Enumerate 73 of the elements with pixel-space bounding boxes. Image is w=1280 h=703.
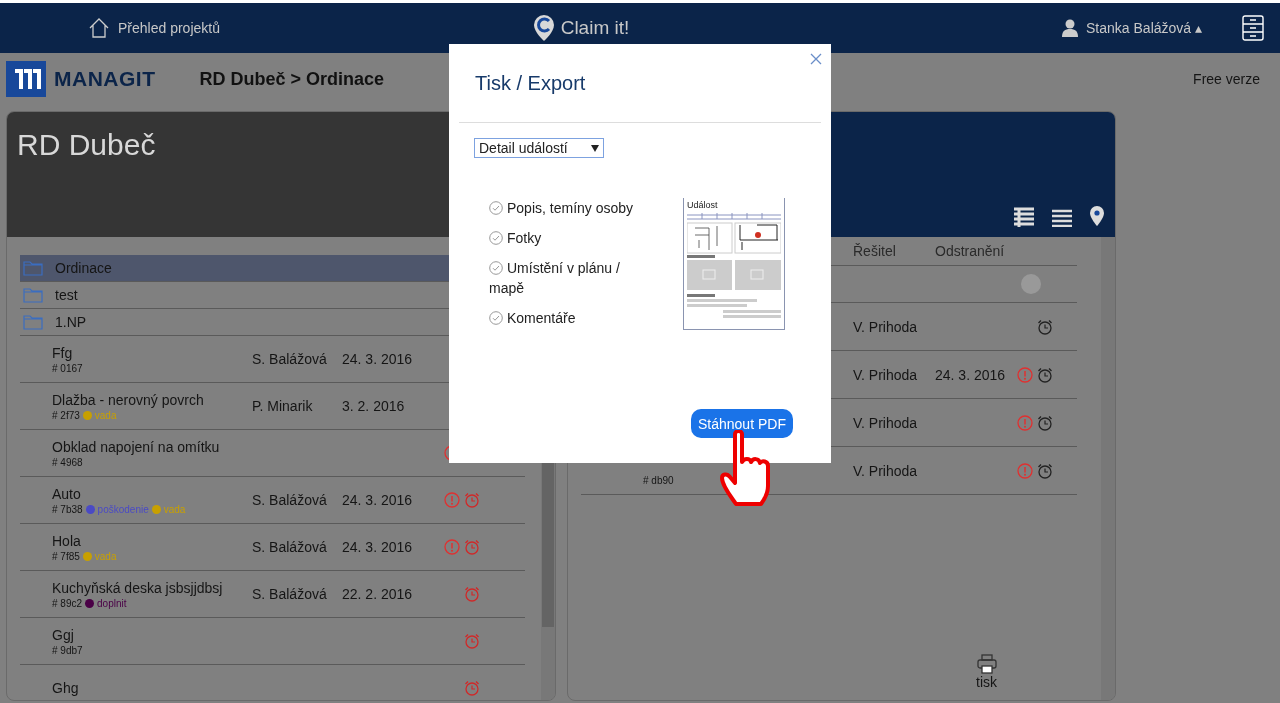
- print-button[interactable]: tisk: [976, 654, 997, 690]
- export-option[interactable]: Fotky: [489, 228, 649, 248]
- person-cell-text: S. Balážová: [252, 586, 328, 602]
- event-name[interactable]: Dlažba - nerovný povrch: [52, 391, 252, 408]
- check-circle-icon[interactable]: [489, 231, 503, 245]
- date-cell-text: 24. 3. 2016: [342, 539, 414, 555]
- export-option[interactable]: Popis, temíny osoby: [489, 198, 649, 218]
- export-type-select[interactable]: Detail událostí: [474, 138, 604, 158]
- app-name: Claim it!: [560, 17, 630, 39]
- event-code: # db90: [642, 474, 675, 486]
- folder-name: test: [55, 287, 78, 303]
- preview-title: Událost: [687, 200, 719, 210]
- event-code: # 7f85: [52, 550, 80, 562]
- folder-icon: [23, 260, 43, 276]
- date-cell-text: 22. 2. 2016: [342, 586, 414, 602]
- event-name[interactable]: Hola: [52, 532, 252, 549]
- date-cell-text: 3. 2. 2016: [342, 398, 406, 414]
- close-icon[interactable]: [809, 52, 823, 66]
- event-name[interactable]: Ggj: [52, 626, 252, 643]
- user-menu[interactable]: Stanka Balážová ▴: [1086, 20, 1202, 36]
- date-cell-text: 24. 3. 2016: [342, 351, 414, 367]
- projects-overview-link[interactable]: Přehled projektů: [88, 17, 220, 39]
- folder-icon: [23, 287, 43, 303]
- detailed-list-icon[interactable]: [1013, 207, 1035, 227]
- logo-text: MANAGIT: [54, 67, 156, 91]
- printer-icon: [976, 654, 997, 674]
- dialog-title: Tisk / Export: [475, 72, 586, 95]
- folder-icon: [23, 314, 43, 330]
- assignee-cell-text: V. Prihoda: [853, 414, 919, 431]
- map-pin-icon[interactable]: [1089, 205, 1105, 227]
- cabinet-icon[interactable]: [1242, 15, 1264, 41]
- plan-label: Free verze: [1193, 71, 1260, 87]
- location-pin-logo-icon: [532, 14, 555, 42]
- tag-label: vada: [94, 409, 117, 421]
- assignee-cell-text: V. Prihoda: [853, 318, 919, 335]
- tag-label: poškodenie: [97, 503, 149, 515]
- person-cell-text: S. Balážová: [252, 492, 328, 508]
- date-cell-text: 24. 3. 2016: [342, 492, 414, 508]
- event-code: # 0167: [52, 362, 83, 374]
- event-code: # 9db7: [52, 644, 83, 656]
- event-name[interactable]: Kuchyňská deska jsbsjjdbsj: [52, 579, 252, 596]
- assignee-cell-text: V. Prihoda: [853, 366, 919, 383]
- user-icon: [1062, 19, 1079, 37]
- check-circle-icon[interactable]: [489, 261, 503, 275]
- tag-label: doplnit: [97, 597, 127, 609]
- scrollbar[interactable]: [1101, 237, 1115, 700]
- person-cell-text: S. Balážová: [252, 539, 328, 555]
- event-name[interactable]: Ffg: [52, 344, 252, 361]
- person-cell-text: S. Balážová: [252, 351, 328, 367]
- event-name[interactable]: Ghg: [52, 680, 252, 696]
- logo-mark-icon: [6, 61, 46, 97]
- event-code: # 89c2: [52, 597, 83, 609]
- event-code: # 4968: [52, 456, 83, 468]
- date-cell-text: 24. 3. 2016: [935, 366, 1007, 383]
- folder-name: Ordinace: [55, 260, 112, 276]
- person-cell-text: P. Minarik: [252, 398, 314, 414]
- list-icon[interactable]: [1051, 209, 1073, 227]
- event-code: # 2f73: [52, 409, 80, 421]
- check-circle-icon[interactable]: [489, 201, 503, 215]
- download-pdf-button[interactable]: Stáhnout PDF: [691, 409, 793, 438]
- tag-label: vada: [94, 550, 117, 562]
- event-name[interactable]: Auto: [52, 485, 252, 502]
- column-header[interactable]: Řešitel: [853, 243, 935, 259]
- column-header[interactable]: Odstranění: [935, 243, 1017, 259]
- folder-name: 1.NP: [55, 314, 87, 330]
- assignee-cell-text: V. Prihoda: [853, 462, 919, 479]
- event-name[interactable]: Obklad napojení na omítku: [52, 438, 252, 455]
- tag-label: vada: [163, 503, 186, 515]
- breadcrumb: RD Dubeč > Ordinace: [199, 68, 385, 90]
- home-icon: [88, 17, 110, 39]
- check-circle-icon[interactable]: [489, 311, 503, 325]
- event-code: # 7b38: [52, 503, 83, 515]
- project-title: RD Dubeč: [17, 128, 156, 161]
